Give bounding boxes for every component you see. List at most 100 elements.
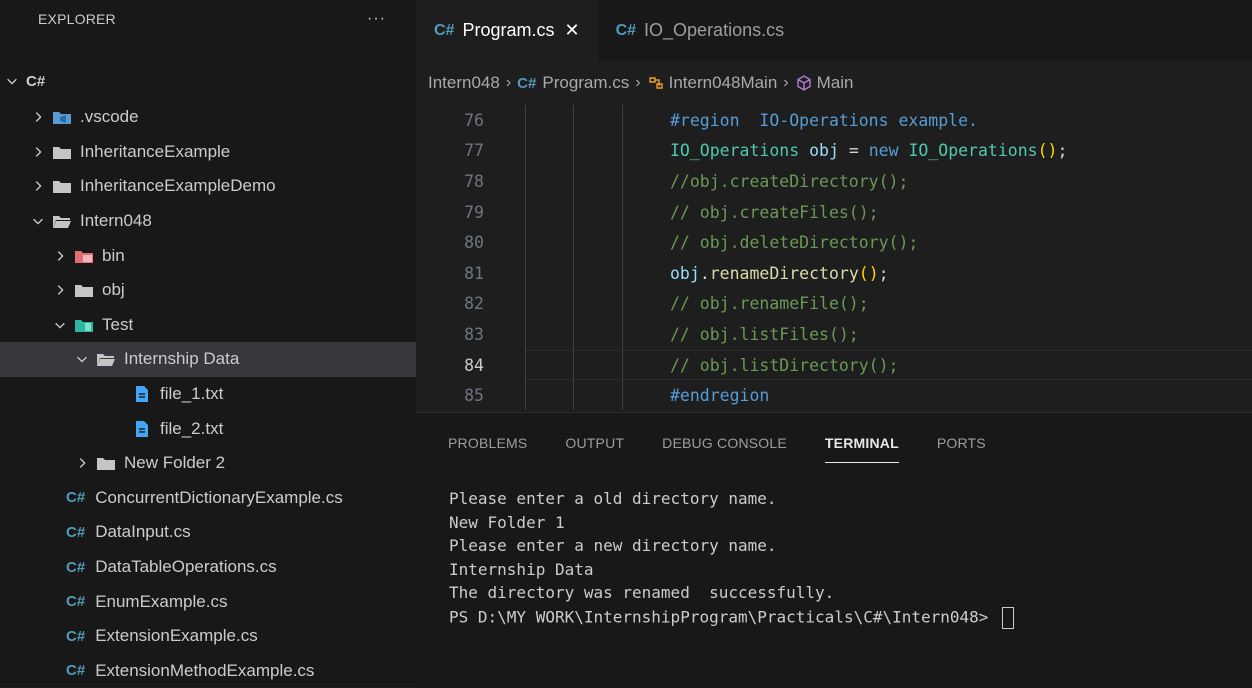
tree-item[interactable]: C# EnumExample.cs xyxy=(0,584,416,619)
chevron-right-icon[interactable] xyxy=(52,248,68,264)
code-line[interactable]: 79 // obj.createFiles(); xyxy=(416,197,1252,228)
code-token: // obj.deleteDirectory(); xyxy=(670,233,919,253)
terminal-line: Please enter a old directory name. xyxy=(449,489,1014,513)
terminal-text: PS D:\MY WORK\InternshipProgram\Practica… xyxy=(449,607,999,626)
code-token: ; xyxy=(1057,141,1068,161)
bottom-panel: PROBLEMS OUTPUT DEBUG CONSOLE TERMINAL PORTS… xyxy=(416,412,1252,688)
code-line[interactable]: 77 IO_Operations obj = new IO_Operations(… xyxy=(416,136,1252,167)
code-line[interactable]: 76 #region IO-Operations example. xyxy=(416,105,1252,136)
editor-tab[interactable]: C# IO_Operations.cs xyxy=(598,0,803,61)
code-token: ; xyxy=(878,263,889,283)
class-icon xyxy=(647,75,665,91)
tree-item-label: InheritanceExampleDemo xyxy=(80,176,276,196)
code-token: // obj.createFiles(); xyxy=(670,202,879,222)
code-token: obj xyxy=(670,263,700,283)
panel-tab-output[interactable]: OUTPUT xyxy=(565,413,624,473)
code-text: obj.renameDirectory(); xyxy=(670,264,889,283)
tree-item[interactable]: Intern048 xyxy=(0,204,416,239)
chevron-right-icon[interactable] xyxy=(30,109,46,125)
breadcrumb-file[interactable]: Program.cs xyxy=(542,73,629,93)
tree-item[interactable]: InheritanceExample xyxy=(0,135,416,170)
code-text: // obj.createFiles(); xyxy=(670,203,879,222)
csharp-file-icon: C# xyxy=(434,21,455,39)
panel-tab-terminal[interactable]: TERMINAL xyxy=(824,413,899,473)
terminal[interactable]: Please enter a old directory name. New Fo… xyxy=(449,489,1015,630)
bin-folder-icon xyxy=(74,248,94,264)
breadcrumb-method[interactable]: Main xyxy=(817,73,854,93)
tree-item[interactable]: C# ConcurrentDictionaryExample.cs xyxy=(0,481,416,516)
terminal-text: Please enter a new directory name. xyxy=(449,536,777,555)
editor-tab[interactable]: C# Program.cs ✕ xyxy=(416,0,598,61)
terminal-line: Please enter a new directory name. xyxy=(449,536,1014,560)
code-line[interactable]: 84 // obj.listDirectory(); xyxy=(416,349,1252,381)
code-token: // obj.renameFile(); xyxy=(670,294,869,314)
explorer-header: EXPLORER ··· xyxy=(0,0,416,38)
tree-item[interactable]: Test xyxy=(0,308,416,343)
chevron-right-icon[interactable] xyxy=(30,178,46,194)
code-text: // obj.renameFile(); xyxy=(670,294,869,313)
terminal-text: The directory was renamed successfully. xyxy=(449,583,835,602)
terminal-text: New Folder 1 xyxy=(449,512,565,532)
chevron-right-icon[interactable] xyxy=(74,455,90,471)
line-number: 78 xyxy=(464,171,484,191)
chevron-right-icon[interactable] xyxy=(52,282,68,298)
tree-item[interactable]: C# ExtensionMethodExample.cs xyxy=(0,654,416,688)
tree-item-label: ConcurrentDictionaryExample.cs xyxy=(95,487,343,507)
code-token: // obj.listDirectory(); xyxy=(670,355,899,375)
tree-item-label: DataTableOperations.cs xyxy=(95,557,277,577)
panel-tabs: PROBLEMS OUTPUT DEBUG CONSOLE TERMINAL PORTS xyxy=(416,413,1252,473)
tree-item[interactable]: New Folder 2 xyxy=(0,446,416,481)
code-line[interactable]: 78 //obj.createDirectory(); xyxy=(416,166,1252,197)
code-line[interactable]: 85 #endregion xyxy=(416,380,1252,411)
breadcrumb-separator: › xyxy=(783,74,789,91)
text-file-icon xyxy=(132,386,152,403)
chevron-down-icon[interactable] xyxy=(52,317,68,333)
tree-item[interactable]: C# ExtensionExample.cs xyxy=(0,619,416,654)
test-folder-icon xyxy=(74,317,94,333)
code-token: #region IO-Operations example. xyxy=(670,110,978,130)
tree-item[interactable]: InheritanceExampleDemo xyxy=(0,169,416,204)
panel-tab-ports[interactable]: PORTS xyxy=(937,413,986,473)
code-token: = xyxy=(838,141,869,161)
text-file-icon xyxy=(132,420,152,437)
breadcrumb: Intern048 › C# Program.cs › Intern048Mai… xyxy=(416,61,1252,105)
tree-item-label: .vscode xyxy=(80,107,139,127)
tree-item[interactable]: file_1.txt xyxy=(0,377,416,412)
csharp-file-icon: C# xyxy=(615,21,637,39)
code-token: renameDirectory xyxy=(709,263,859,283)
chevron-down-icon[interactable] xyxy=(74,351,90,367)
tree-item[interactable]: .vscode xyxy=(0,100,416,135)
panel-tab-problems[interactable]: PROBLEMS xyxy=(448,413,527,473)
code-line[interactable]: 80 // obj.deleteDirectory(); xyxy=(416,227,1252,258)
code-line[interactable]: 81 obj.renameDirectory(); xyxy=(416,258,1252,289)
tree-item-label: file_2.txt xyxy=(160,418,224,438)
csharp-file-icon: C# xyxy=(66,489,86,507)
tree-item[interactable]: C# DataInput.cs xyxy=(0,515,416,550)
panel-tab-debug-console[interactable]: DEBUG CONSOLE xyxy=(662,413,787,473)
breadcrumb-folder[interactable]: Intern048 xyxy=(428,73,500,93)
tree-item-label: ExtensionMethodExample.cs xyxy=(95,660,315,680)
breadcrumb-class[interactable]: Intern048Main xyxy=(669,73,778,93)
tree-item[interactable]: obj xyxy=(0,273,416,308)
tree-item[interactable]: bin xyxy=(0,238,416,273)
more-actions-icon[interactable]: ··· xyxy=(367,10,386,28)
chevron-down-icon[interactable] xyxy=(30,213,46,229)
tree-item[interactable]: Internship Data xyxy=(0,342,416,377)
code-line[interactable]: 82 // obj.renameFile(); xyxy=(416,289,1252,320)
tree-item-label: EnumExample.cs xyxy=(95,591,228,611)
chevron-right-icon[interactable] xyxy=(30,144,46,160)
editor-tabs: C# Program.cs ✕ C# IO_Operations.cs xyxy=(416,0,1252,61)
code-editor[interactable]: 76 #region IO-Operations example. 77 IO_Ope… xyxy=(416,105,1252,410)
tree-item[interactable]: C# DataTableOperations.cs xyxy=(0,550,416,585)
code-line[interactable]: 83 // obj.listFiles(); xyxy=(416,319,1252,350)
tree-item[interactable]: file_2.txt xyxy=(0,411,416,446)
line-number: 83 xyxy=(464,324,484,344)
code-token: new xyxy=(868,141,899,161)
close-icon[interactable]: ✕ xyxy=(564,20,579,41)
tab-label: IO_Operations.cs xyxy=(644,20,785,40)
code-token: obj xyxy=(809,141,839,161)
workspace-root[interactable]: C# xyxy=(0,64,416,98)
chevron-down-icon xyxy=(4,73,20,89)
code-token: #endregion xyxy=(670,386,770,406)
